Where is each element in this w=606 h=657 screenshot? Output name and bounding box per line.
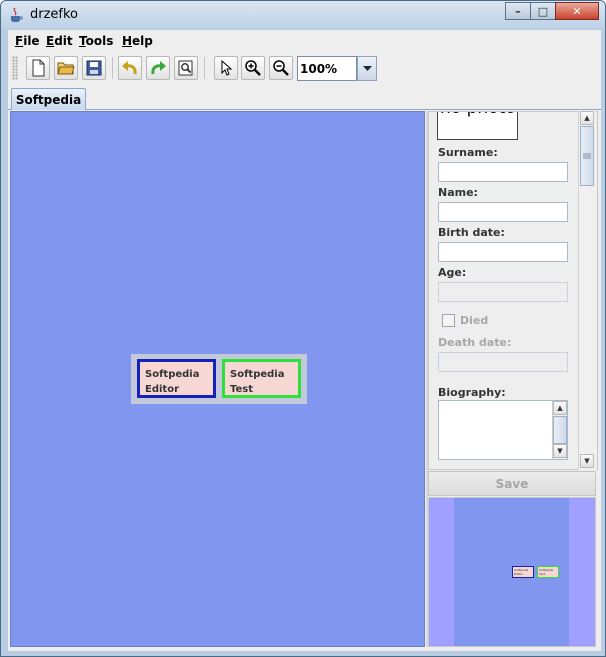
grip-icon <box>583 153 591 159</box>
close-icon: ✕ <box>572 4 582 18</box>
age-label: Age: <box>438 266 467 279</box>
minimap-node-line: Test <box>539 572 545 576</box>
new-button[interactable] <box>26 56 50 80</box>
toolbar-separator <box>204 57 205 79</box>
scroll-up-icon[interactable]: ▲ <box>580 111 594 125</box>
window-title: drzefko <box>30 7 79 22</box>
minimap-node-line: Editor <box>514 572 523 576</box>
print-preview-button[interactable] <box>174 56 198 80</box>
zoom-out-button[interactable] <box>269 56 293 80</box>
person-photo[interactable]: no photo <box>437 112 518 140</box>
surname-field[interactable] <box>438 162 568 182</box>
zoom-out-icon <box>273 60 289 76</box>
properties-panel: no photo Surname: Name: Birth date: Age:… <box>428 111 598 470</box>
biography-scrollbar[interactable]: ▲ ▼ <box>552 401 567 459</box>
maximize-button[interactable]: □ <box>530 2 556 20</box>
open-icon <box>57 62 75 75</box>
person-node[interactable]: Softpedia Test <box>222 359 301 398</box>
tab-softpedia[interactable]: Softpedia <box>11 88 86 110</box>
biography-textarea[interactable]: ▲ ▼ <box>438 400 568 460</box>
birth-date-label: Birth date: <box>438 226 505 239</box>
menu-tools[interactable]: Tools <box>79 34 113 48</box>
age-field <box>438 282 568 302</box>
menu-bar: File Edit Tools Help <box>8 30 601 52</box>
toolbar: 100% <box>8 52 601 84</box>
toolbar-grip[interactable] <box>12 56 18 80</box>
zoom-level-combo[interactable]: 100% <box>297 56 357 81</box>
minimize-icon: – <box>515 4 521 18</box>
select-tool-button[interactable] <box>214 56 238 80</box>
close-button[interactable]: ✕ <box>555 2 599 20</box>
new-icon <box>32 59 45 77</box>
scroll-up-icon[interactable]: ▲ <box>553 401 567 415</box>
save-button[interactable]: Save <box>428 471 596 496</box>
undo-button[interactable] <box>118 56 142 80</box>
save-icon <box>86 60 102 76</box>
zoom-dropdown-button[interactable] <box>357 56 377 81</box>
minimap-node: Softpedia Editor <box>512 566 534 578</box>
app-window: drzefko – □ ✕ File Edit Tools Help 100% … <box>0 0 606 657</box>
person-node-line: Editor <box>145 384 179 395</box>
scroll-down-icon[interactable]: ▼ <box>553 444 567 458</box>
death-date-field <box>438 352 568 372</box>
menu-edit[interactable]: Edit <box>46 34 73 48</box>
person-node-line: Softpedia <box>145 369 200 380</box>
person-node[interactable]: Softpedia Editor <box>137 359 216 398</box>
person-node-line: Softpedia <box>230 369 285 380</box>
overview-minimap[interactable]: Softpedia Editor Softpedia Test <box>428 497 596 647</box>
undo-icon <box>122 61 137 75</box>
preview-icon <box>178 60 193 76</box>
minimap-node: Softpedia Test <box>537 566 559 578</box>
menu-help[interactable]: Help <box>122 34 153 48</box>
save-file-button[interactable] <box>82 56 106 80</box>
zoom-in-button[interactable] <box>241 56 265 80</box>
properties-scrollbar[interactable]: ▲ ▼ <box>578 111 596 470</box>
title-bar[interactable]: drzefko – □ ✕ <box>1 1 605 29</box>
client-area: File Edit Tools Help 100% Softpedia Soft… <box>8 30 601 651</box>
menu-file[interactable]: File <box>15 34 40 48</box>
maximize-icon: □ <box>537 4 549 18</box>
birth-date-field[interactable] <box>438 242 568 262</box>
tree-canvas[interactable]: Softpedia Editor Softpedia Test <box>10 111 425 647</box>
family-node-group[interactable]: Softpedia Editor Softpedia Test <box>131 354 307 404</box>
biography-label: Biography: <box>438 386 506 399</box>
minimize-button[interactable]: – <box>505 2 531 20</box>
zoom-in-icon <box>245 60 261 76</box>
open-button[interactable] <box>54 56 78 80</box>
person-node-line: Test <box>230 384 254 395</box>
redo-icon <box>151 61 166 75</box>
scroll-thumb[interactable] <box>580 126 594 186</box>
scroll-thumb[interactable] <box>553 416 567 444</box>
died-label: Died <box>460 314 489 327</box>
scroll-down-icon[interactable]: ▼ <box>580 454 594 468</box>
died-checkbox[interactable] <box>442 314 455 327</box>
java-cup-icon <box>11 7 23 23</box>
minimap-viewport[interactable]: Softpedia Editor Softpedia Test <box>454 498 569 646</box>
death-date-label: Death date: <box>438 336 512 349</box>
chevron-down-icon <box>362 65 372 71</box>
redo-button[interactable] <box>146 56 170 80</box>
surname-label: Surname: <box>438 146 498 159</box>
toolbar-separator <box>112 57 113 79</box>
name-field[interactable] <box>438 202 568 222</box>
pointer-icon <box>221 60 233 76</box>
document-tabs: Softpedia <box>8 86 601 110</box>
name-label: Name: <box>438 186 478 199</box>
